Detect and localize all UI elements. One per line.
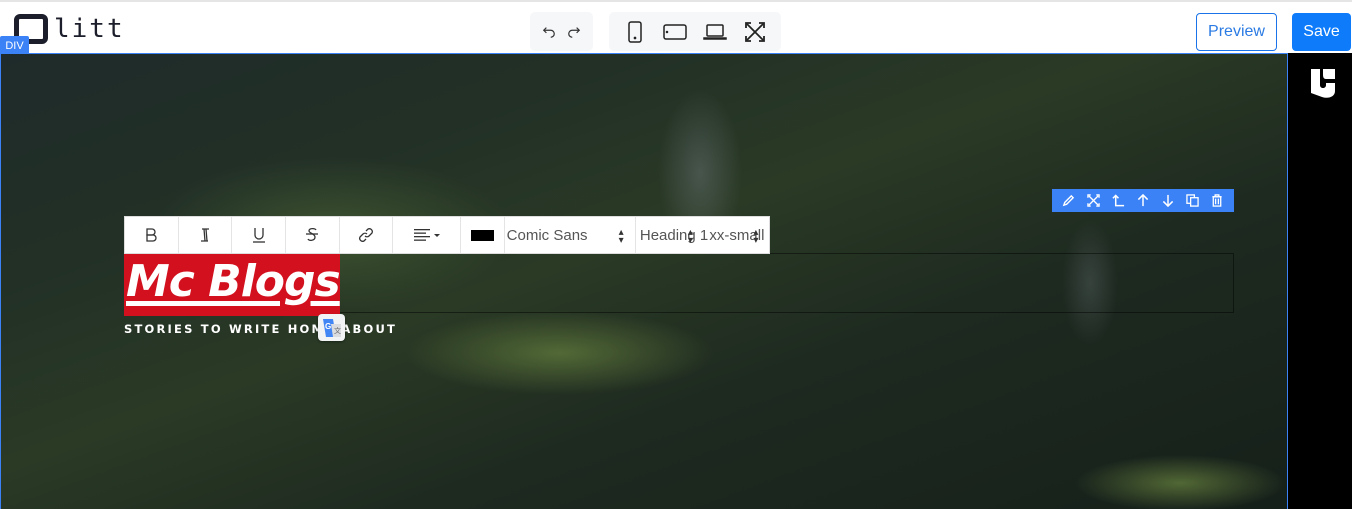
tablet-icon [663, 23, 687, 40]
font-size-select[interactable]: xx-small ▴ ▾ [709, 217, 769, 253]
top-bar: litt Preview Save [0, 0, 1352, 53]
underline-button[interactable] [232, 217, 287, 253]
block-format-value: Heading 1 [639, 226, 709, 244]
mobile-icon [628, 20, 642, 43]
delete-button[interactable] [1207, 191, 1227, 211]
bold-icon [146, 228, 157, 242]
brand-s-logo-icon [1311, 69, 1335, 98]
move-element-button[interactable] [1083, 191, 1103, 211]
redo-icon [568, 26, 581, 38]
rich-text-toolbar: Comic Sans ▴ ▾ Heading 1 ▴ ▾ xx-small ▴ ▾ [124, 216, 770, 254]
edit-element-button[interactable] [1058, 191, 1078, 211]
link-button[interactable] [340, 217, 394, 253]
site-tagline[interactable]: STORIES TO WRITE HOME ABOUT [124, 322, 397, 336]
preview-button[interactable]: Preview [1196, 13, 1277, 51]
link-icon [359, 228, 373, 242]
strikethrough-button[interactable] [286, 217, 340, 253]
text-color-picker[interactable] [461, 217, 505, 253]
save-button[interactable]: Save [1292, 13, 1351, 51]
text-color-swatch [470, 229, 494, 241]
arrow-down-icon [1162, 194, 1173, 207]
font-family-value: Comic Sans [506, 226, 588, 244]
svg-text:文: 文 [334, 326, 341, 335]
google-translate-button[interactable]: G 文 [318, 314, 345, 341]
block-format-select[interactable]: Heading 1 ▴ ▾ [636, 217, 710, 253]
redo-button[interactable] [562, 17, 588, 47]
side-panel [1288, 53, 1352, 509]
parent-arrow-icon [1112, 193, 1124, 206]
select-arrows-icon: ▴ ▾ [618, 227, 624, 246]
move-up-button[interactable] [1133, 191, 1153, 211]
undo-icon [542, 26, 555, 38]
google-translate-icon: G 文 [322, 318, 341, 337]
align-left-icon [413, 229, 440, 241]
select-parent-button[interactable] [1108, 191, 1128, 211]
device-desktop-button[interactable] [700, 17, 730, 47]
text-align-dropdown[interactable] [393, 217, 461, 253]
app-logo: litt [14, 14, 125, 44]
trash-icon [1212, 194, 1223, 207]
caret-down-icon [433, 234, 440, 237]
copy-icon [1186, 194, 1199, 207]
site-title-block[interactable]: Mc Blogs [124, 254, 341, 316]
fullscreen-icon [745, 21, 765, 42]
move-arrows-icon [1087, 194, 1100, 207]
italic-icon [201, 228, 209, 242]
laptop-icon [703, 23, 727, 40]
site-title[interactable]: Mc Blogs [126, 256, 341, 307]
fullscreen-button[interactable] [740, 17, 770, 47]
history-controls [530, 12, 593, 51]
duplicate-button[interactable] [1183, 191, 1203, 211]
strikethrough-icon [306, 227, 319, 241]
italic-button[interactable] [179, 217, 233, 253]
pencil-icon [1062, 194, 1075, 207]
bold-button[interactable] [125, 217, 179, 253]
element-toolbar [1052, 189, 1234, 212]
select-arrows-icon: ▴ ▾ [687, 227, 693, 246]
device-tablet-button[interactable] [660, 17, 690, 47]
svg-text:G: G [325, 322, 331, 331]
font-family-select[interactable]: Comic Sans ▴ ▾ [505, 217, 636, 253]
logo-text: litt [54, 14, 125, 44]
device-preview-controls [609, 12, 781, 51]
undo-button[interactable] [536, 17, 562, 47]
device-mobile-button[interactable] [620, 17, 650, 47]
underline-icon [252, 228, 265, 243]
move-down-button[interactable] [1158, 191, 1178, 211]
select-arrows-icon: ▴ ▾ [753, 227, 759, 246]
arrow-up-icon [1137, 194, 1149, 207]
